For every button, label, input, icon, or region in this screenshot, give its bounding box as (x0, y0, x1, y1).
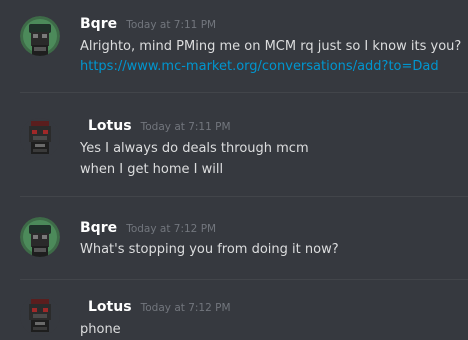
username[interactable]: Bqre (80, 220, 117, 236)
message-text: What's stopping you from doing it now? (80, 242, 339, 257)
timestamp: Today at 7:12 PM (126, 223, 217, 235)
message-divider (20, 279, 468, 280)
message-text: phone (80, 322, 121, 337)
message-header: Lotus Today at 7:11 PM (88, 116, 231, 136)
timestamp: Today at 7:12 PM (140, 302, 231, 314)
message-text: Alrighto, mind PMing me on MCM rq just s… (80, 39, 462, 54)
green-circle-avatar-icon[interactable] (20, 16, 60, 56)
message-text: Yes I always do deals through mcm (80, 141, 309, 156)
message-header: Bqre Today at 7:11 PM (80, 14, 216, 34)
red-skull-avatar-icon[interactable] (20, 118, 60, 158)
message-header: Lotus Today at 7:12 PM (88, 297, 231, 317)
message-link[interactable]: https://www.mc-market.org/conversations/… (80, 59, 439, 74)
red-skull-avatar-icon[interactable] (20, 296, 60, 336)
message-divider (20, 92, 468, 93)
timestamp: Today at 7:11 PM (140, 121, 231, 133)
message-divider (20, 196, 468, 197)
message-link-line: https://www.mc-market.org/conversations/… (80, 57, 439, 77)
username[interactable]: Lotus (88, 299, 132, 315)
message-text: when I get home I will (80, 162, 224, 177)
green-circle-avatar-icon[interactable] (20, 217, 60, 257)
username[interactable]: Lotus (88, 118, 132, 134)
timestamp: Today at 7:11 PM (126, 19, 217, 31)
message-header: Bqre Today at 7:12 PM (80, 218, 216, 238)
username[interactable]: Bqre (80, 16, 117, 32)
chat-message-list: Bqre Today at 7:11 PM Alrighto, mind PMi… (0, 0, 468, 340)
